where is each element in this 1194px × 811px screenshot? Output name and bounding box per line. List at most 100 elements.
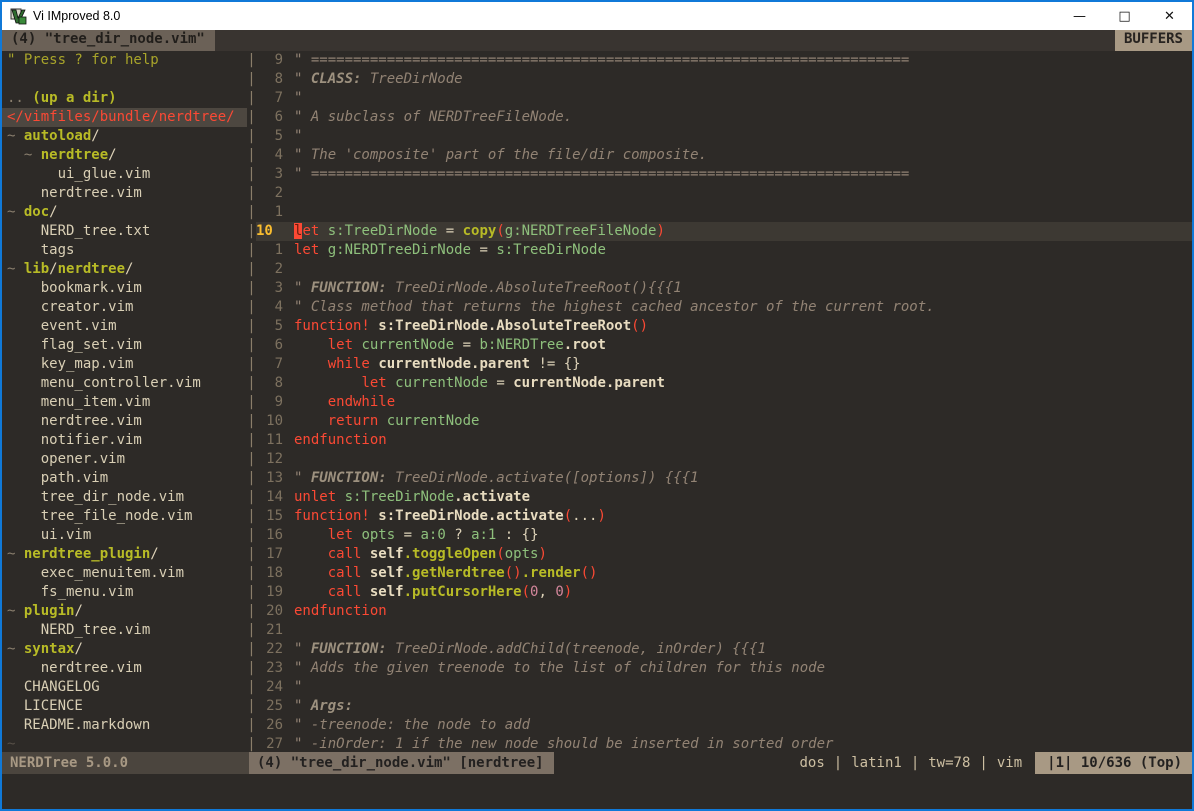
code-token: [294, 546, 328, 562]
code-line[interactable]: 20endfunction: [256, 602, 1192, 621]
tree-item[interactable]: tags: [2, 241, 247, 260]
window-controls: — □ ✕: [1057, 2, 1192, 30]
code-line[interactable]: 25" Args:: [256, 697, 1192, 716]
code-token: " -inOrder: 1 if the new node should be …: [294, 736, 833, 752]
code-line[interactable]: 23" Adds the given treenode to the list …: [256, 659, 1192, 678]
code-line[interactable]: 5": [256, 127, 1192, 146]
code-line[interactable]: 18 call self.getNerdtree().render(): [256, 564, 1192, 583]
code-line[interactable]: 6 let currentNode = b:NERDTree.root: [256, 336, 1192, 355]
code-line[interactable]: 9 endwhile: [256, 393, 1192, 412]
tab-active-buffer[interactable]: (4) "tree_dir_node.vim": [2, 30, 215, 51]
nerdtree-statusline: NERDTree 5.0.0: [2, 752, 249, 774]
code-token: TreeDirNode.AbsoluteTreeRoot(){{{1: [387, 280, 682, 296]
tree-item[interactable]: .. (up a dir): [2, 89, 247, 108]
tree-item[interactable]: ~ lib/nerdtree/: [2, 260, 247, 279]
tree-item[interactable]: tree_file_node.vim: [2, 507, 247, 526]
tree-item[interactable]: menu_item.vim: [2, 393, 247, 412]
code-line[interactable]: 15function! s:TreeDirNode.activate(...): [256, 507, 1192, 526]
tree-item[interactable]: CHANGELOG: [2, 678, 247, 697]
tree-item[interactable]: LICENCE: [2, 697, 247, 716]
tree-root-item[interactable]: </vimfiles/bundle/nerdtree/: [2, 108, 247, 127]
code-line[interactable]: 27" -inOrder: 1 if the new node should b…: [256, 735, 1192, 752]
tree-item[interactable]: ~ plugin/: [2, 602, 247, 621]
code-line[interactable]: 2: [256, 184, 1192, 203]
code-line[interactable]: 4" The 'composite' part of the file/dir …: [256, 146, 1192, 165]
tree-item[interactable]: key_map.vim: [2, 355, 247, 374]
tree-item[interactable]: event.vim: [2, 317, 247, 336]
code-line[interactable]: 7 while currentNode.parent != {}: [256, 355, 1192, 374]
code-line-cursor[interactable]: 10let s:TreeDirNode = copy(g:NERDTreeFil…: [256, 222, 1192, 241]
code-token: [7, 470, 41, 486]
code-line[interactable]: 13" FUNCTION: TreeDirNode.activate([opti…: [256, 469, 1192, 488]
tree-item[interactable]: ~ nerdtree/: [2, 146, 247, 165]
code-line[interactable]: 9" =====================================…: [256, 51, 1192, 70]
code-line[interactable]: 2: [256, 260, 1192, 279]
code-line[interactable]: 7": [256, 89, 1192, 108]
code-token: [7, 451, 41, 467]
tree-item[interactable]: exec_menuitem.vim: [2, 564, 247, 583]
code-line[interactable]: 8" CLASS: TreeDirNode: [256, 70, 1192, 89]
tree-item[interactable]: nerdtree.vim: [2, 659, 247, 678]
code-line[interactable]: 5function! s:TreeDirNode.AbsoluteTreeRoo…: [256, 317, 1192, 336]
code-token: ": [294, 90, 302, 106]
tree-item[interactable]: tree_dir_node.vim: [2, 488, 247, 507]
tree-item[interactable]: ui_glue.vim: [2, 165, 247, 184]
code-line[interactable]: 8 let currentNode = currentNode.parent: [256, 374, 1192, 393]
tree-item[interactable]: fs_menu.vim: [2, 583, 247, 602]
code-line[interactable]: 10 return currentNode: [256, 412, 1192, 431]
maximize-icon[interactable]: □: [1102, 2, 1147, 30]
tree-item[interactable]: ui.vim: [2, 526, 247, 545]
tree-item[interactable]: bookmark.vim: [2, 279, 247, 298]
code-line[interactable]: 24": [256, 678, 1192, 697]
code-line[interactable]: 16 let opts = a:0 ? a:1 : {}: [256, 526, 1192, 545]
code-line[interactable]: 19 call self.putCursorHere(0, 0): [256, 583, 1192, 602]
tree-item[interactable]: README.markdown: [2, 716, 247, 735]
tree-item[interactable]: opener.vim: [2, 450, 247, 469]
code-line[interactable]: 17 call self.toggleOpen(opts): [256, 545, 1192, 564]
tree-item[interactable]: menu_controller.vim: [2, 374, 247, 393]
code-line[interactable]: 4" Class method that returns the highest…: [256, 298, 1192, 317]
code-line[interactable]: 1let g:NERDTreeDirNode = s:TreeDirNode: [256, 241, 1192, 260]
code-token: [294, 337, 328, 353]
code-line[interactable]: 6" A subclass of NERDTreeFileNode.: [256, 108, 1192, 127]
tree-item[interactable]: path.vim: [2, 469, 247, 488]
tree-item[interactable]: nerdtree.vim: [2, 412, 247, 431]
code-line[interactable]: 26" -treenode: the node to add: [256, 716, 1192, 735]
code-line[interactable]: 21: [256, 621, 1192, 640]
command-line[interactable]: [2, 774, 1192, 809]
code-line[interactable]: 12: [256, 450, 1192, 469]
close-icon[interactable]: ✕: [1147, 2, 1192, 30]
code-token: doc: [24, 204, 49, 220]
tree-item[interactable]: [2, 70, 247, 89]
minimize-icon[interactable]: —: [1057, 2, 1102, 30]
tree-item[interactable]: notifier.vim: [2, 431, 247, 450]
tree-item[interactable]: ~ doc/: [2, 203, 247, 222]
code-line[interactable]: 22" FUNCTION: TreeDirNode.addChild(treen…: [256, 640, 1192, 659]
tree-item[interactable]: NERD_tree.vim: [2, 621, 247, 640]
code-line[interactable]: 3" =====================================…: [256, 165, 1192, 184]
tree-item[interactable]: creator.vim: [2, 298, 247, 317]
separator-glyph: |: [247, 374, 256, 393]
tree-item[interactable]: NERD_tree.txt: [2, 222, 247, 241]
code-line[interactable]: 14unlet s:TreeDirNode.activate: [256, 488, 1192, 507]
code-line[interactable]: 1: [256, 203, 1192, 222]
window-separator[interactable]: |||||||||||||||||||||||||||||||||||||: [247, 51, 256, 752]
code-token: [7, 565, 41, 581]
tree-item[interactable]: ~ nerdtree_plugin/: [2, 545, 247, 564]
tree-item[interactable]: nerdtree.vim: [2, 184, 247, 203]
tree-item[interactable]: ~ syntax/: [2, 640, 247, 659]
separator-glyph: |: [247, 716, 256, 735]
code-line[interactable]: 3" FUNCTION: TreeDirNode.AbsoluteTreeRoo…: [256, 279, 1192, 298]
tree-item[interactable]: ~ autoload/: [2, 127, 247, 146]
tree-item[interactable]: flag_set.vim: [2, 336, 247, 355]
code-token: self: [370, 584, 404, 600]
separator-glyph: |: [247, 431, 256, 450]
code-token: s:TreeDirNode: [496, 242, 606, 258]
code-line[interactable]: 11endfunction: [256, 431, 1192, 450]
code-token: ,: [538, 584, 555, 600]
tree-item[interactable]: " Press ? for help: [2, 51, 247, 70]
tree-item[interactable]: ~: [2, 735, 247, 752]
code-token: CHANGELOG: [24, 679, 100, 695]
line-number: 25: [256, 697, 283, 716]
code-token: ": [294, 128, 302, 144]
